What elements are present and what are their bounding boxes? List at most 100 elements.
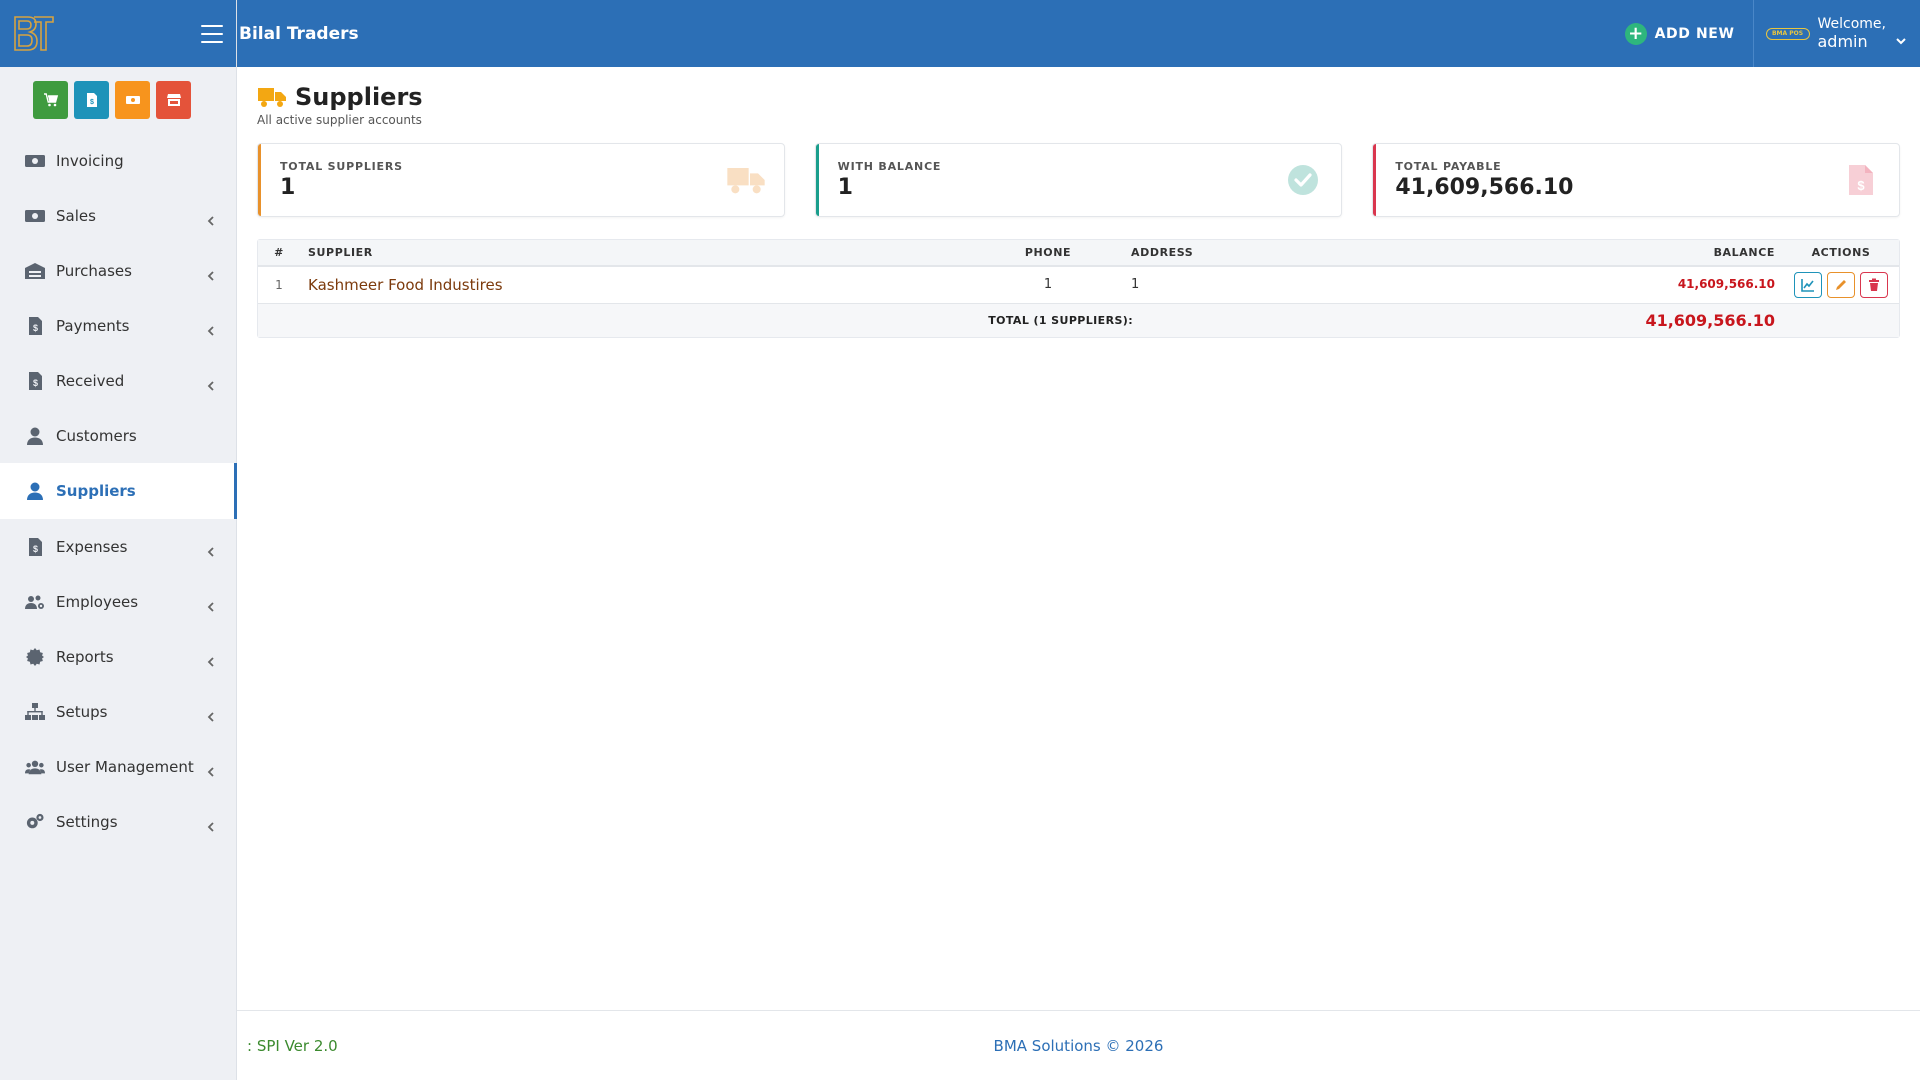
card-value: 41,609,566.10 xyxy=(1395,175,1574,200)
sidebar-item-label: Suppliers xyxy=(56,482,136,500)
quick-payment-button[interactable] xyxy=(115,81,150,119)
table-total-row: TOTAL (1 SUPPLIERS): 41,609,566.10 xyxy=(258,303,1899,337)
money-icon xyxy=(125,96,140,104)
version-text: : SPI Ver 2.0 xyxy=(247,1036,338,1055)
row-address: 1 xyxy=(1123,266,1363,304)
logo[interactable]: BT xyxy=(12,12,56,56)
sidebar-item-label: User Management xyxy=(56,757,194,776)
chevron-left-icon xyxy=(207,597,215,612)
quick-store-button[interactable] xyxy=(156,81,191,119)
sidebar-item-invoicing[interactable]: Invoicing xyxy=(0,133,237,188)
store-icon xyxy=(166,94,181,106)
delete-button[interactable] xyxy=(1860,271,1888,298)
summary-cards: TOTAL SUPPLIERS 1 WITH BALANCE 1 TOTAL P… xyxy=(257,143,1901,217)
user-menu[interactable]: BMA POS Welcome, admin xyxy=(1752,0,1920,67)
row-balance: 41,609,566.10 xyxy=(1677,277,1775,292)
total-payable-card: TOTAL PAYABLE 41,609,566.10 $ xyxy=(1372,143,1901,217)
quick-sale-button[interactable] xyxy=(33,81,68,119)
table-header-row: # SUPPLIER PHONE ADDRESS BALANCE ACTIONS xyxy=(258,240,1899,267)
chevron-left-icon xyxy=(207,817,215,832)
add-new-label: ADD NEW xyxy=(1654,25,1735,42)
col-header-supplier[interactable]: SUPPLIER xyxy=(300,240,973,267)
sidebar-item-purchases[interactable]: Purchases xyxy=(0,243,237,298)
user-icon xyxy=(24,482,46,500)
cogs-icon xyxy=(24,813,46,831)
welcome-text: Welcome, xyxy=(1817,15,1887,32)
user-icon xyxy=(24,427,46,445)
chevron-left-icon xyxy=(207,652,215,667)
total-suppliers-card: TOTAL SUPPLIERS 1 xyxy=(257,143,785,217)
sidebar-item-employees[interactable]: Employees xyxy=(0,574,237,629)
cog-badge-icon xyxy=(24,647,46,666)
col-header-address[interactable]: ADDRESS xyxy=(1123,240,1363,267)
row-phone: 1 xyxy=(973,266,1123,304)
card-value: 1 xyxy=(280,175,296,200)
page-subtitle: All active supplier accounts xyxy=(257,113,422,127)
username: admin xyxy=(1817,32,1868,52)
sidebar-item-received[interactable]: $ Received xyxy=(0,353,237,408)
with-balance-card: WITH BALANCE 1 xyxy=(814,143,1343,217)
sidebar-item-settings[interactable]: Settings xyxy=(0,794,237,849)
invoice-icon: $ xyxy=(86,93,97,107)
chart-line-icon xyxy=(1801,278,1814,292)
sidebar-item-user-management[interactable]: User Management xyxy=(0,739,237,794)
chevron-left-icon xyxy=(207,266,215,281)
sidebar-item-setups[interactable]: Setups xyxy=(0,684,237,739)
sidebar-item-customers[interactable]: Customers xyxy=(0,408,237,463)
sidebar-item-label: Expenses xyxy=(56,537,128,556)
sidebar-item-reports[interactable]: Reports xyxy=(0,629,237,684)
sidebar-item-label: Customers xyxy=(56,426,137,445)
menu-toggle-icon[interactable] xyxy=(201,24,223,43)
chevron-left-icon xyxy=(207,542,215,557)
chevron-left-icon xyxy=(207,211,215,226)
trash-icon xyxy=(1869,278,1879,291)
sidebar-item-expenses[interactable]: $ Expenses xyxy=(0,519,237,574)
total-label: TOTAL (1 SUPPLIERS): xyxy=(258,303,1363,337)
sidebar-nav: Invoicing Sales Purchases $ Payments $ Receive… xyxy=(0,133,237,849)
footer: : SPI Ver 2.0 BMA Solutions © 2026 xyxy=(237,1010,1920,1080)
pencil-icon xyxy=(1836,279,1846,290)
svg-text:$: $ xyxy=(1857,178,1865,193)
card-label: TOTAL PAYABLE xyxy=(1395,160,1502,173)
invoice-icon: $ xyxy=(24,316,46,335)
col-header-phone[interactable]: PHONE xyxy=(973,240,1123,267)
col-header-balance[interactable]: BALANCE xyxy=(1363,240,1783,267)
svg-text:BT: BT xyxy=(12,12,14,13)
supplier-name-link[interactable]: Kashmeer Food Industires xyxy=(308,276,503,294)
plus-circle-icon: + xyxy=(1624,22,1647,45)
col-header-num[interactable]: # xyxy=(258,240,300,267)
chevron-left-icon xyxy=(207,376,215,391)
sidebar-item-sales[interactable]: Sales xyxy=(0,188,237,243)
check-circle-icon xyxy=(1283,162,1323,198)
sidebar-item-label: Payments xyxy=(56,316,130,335)
add-new-button[interactable]: + ADD NEW xyxy=(1624,22,1753,45)
truck-icon xyxy=(258,88,286,107)
users-gear-icon xyxy=(24,593,46,611)
sidebar-item-label: Employees xyxy=(56,592,139,611)
chevron-left-icon xyxy=(207,707,215,722)
ledger-button[interactable] xyxy=(1794,271,1822,298)
copyright-text: BMA Solutions © 2026 xyxy=(993,1036,1164,1055)
svg-text:$: $ xyxy=(33,378,38,388)
svg-text:$: $ xyxy=(33,323,38,333)
sidebar-item-label: Settings xyxy=(56,812,118,831)
sidebar-item-label: Purchases xyxy=(56,261,132,280)
card-value: 1 xyxy=(837,175,853,200)
suppliers-table: # SUPPLIER PHONE ADDRESS BALANCE ACTIONS… xyxy=(257,239,1900,338)
row-num: 1 xyxy=(258,266,300,304)
card-label: TOTAL SUPPLIERS xyxy=(280,160,403,173)
page-title: Suppliers xyxy=(295,83,423,111)
sidebar: BT $ Invoicing Sales Purchases $ Payments $ Re… xyxy=(0,0,237,1080)
sidebar-item-suppliers[interactable]: Suppliers xyxy=(0,463,237,519)
topbar: Bilal Traders + ADD NEW BMA POS Welcome,… xyxy=(201,0,1920,67)
chevron-left-icon xyxy=(207,762,215,777)
cart-icon xyxy=(43,93,58,107)
quick-invoice-button[interactable]: $ xyxy=(74,81,109,119)
main-content: Suppliers All active supplier accounts T… xyxy=(237,67,1920,1010)
sidebar-item-payments[interactable]: $ Payments xyxy=(0,298,237,353)
invoice-dollar-icon: $ xyxy=(1841,162,1881,198)
edit-button[interactable] xyxy=(1827,271,1855,298)
svg-text:$: $ xyxy=(33,544,38,554)
truck-icon xyxy=(726,162,766,198)
money-icon xyxy=(24,207,46,225)
